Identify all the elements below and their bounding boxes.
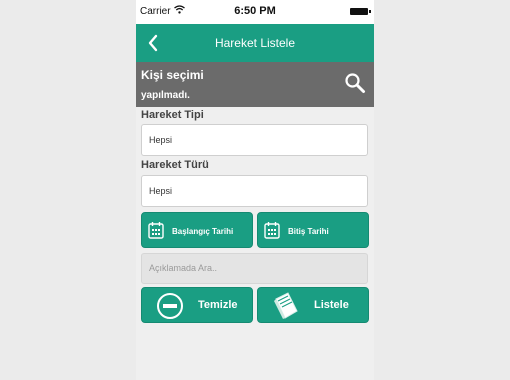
search-button[interactable]	[344, 72, 366, 94]
clear-button-label: Temizle	[198, 299, 238, 311]
person-selection-bar[interactable]: Kişi seçimi yapılmadı.	[136, 62, 374, 107]
calendar-icon	[148, 221, 164, 244]
minus-circle-icon	[156, 292, 184, 325]
phone-screen: Carrier 6:50 PM Hareket Listele Kişi seç…	[136, 0, 374, 380]
end-date-label: Bitiş Tarihi	[288, 227, 329, 236]
selection-status-text: Kişi seçimi	[141, 68, 204, 82]
start-date-button[interactable]: Başlangıç Tarihi	[141, 212, 253, 248]
document-icon	[272, 291, 300, 326]
end-date-button[interactable]: Bitiş Tarihi	[257, 212, 369, 248]
status-bar: Carrier 6:50 PM	[136, 0, 374, 24]
battery-icon	[350, 8, 371, 15]
search-icon	[345, 73, 365, 93]
start-date-label: Başlangıç Tarihi	[172, 227, 234, 236]
movement-type-label: Hareket Tipi	[141, 109, 204, 121]
movement-type-select[interactable]: Hepsi	[141, 124, 368, 156]
navigation-bar: Hareket Listele	[136, 24, 374, 62]
movement-kind-label: Hareket Türü	[141, 159, 209, 171]
clear-button[interactable]: Temizle	[141, 287, 253, 323]
list-button-label: Listele	[314, 299, 349, 311]
page-title: Hareket Listele	[214, 36, 296, 50]
selection-status-subtext: yapılmadı.	[141, 90, 190, 101]
list-button[interactable]: Listele	[257, 287, 369, 323]
description-search-input[interactable]: Açıklamada Ara..	[141, 253, 368, 284]
calendar-icon	[264, 221, 280, 244]
status-time: 6:50 PM	[234, 5, 276, 17]
movement-kind-select[interactable]: Hepsi	[141, 175, 368, 207]
